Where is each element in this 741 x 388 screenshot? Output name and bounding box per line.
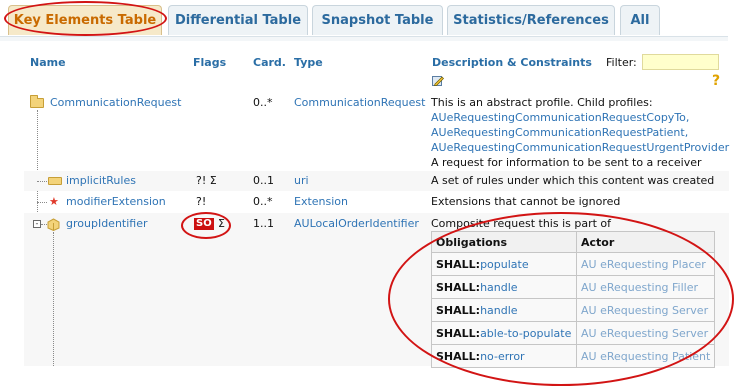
flags: ?! Σ — [196, 174, 217, 187]
help-icon[interactable]: ? — [712, 73, 720, 89]
cardinality: 0..* — [253, 195, 273, 208]
obligation-row: SHALL:handle AU eRequesting Filler — [431, 275, 716, 299]
type-link[interactable]: CommunicationRequest — [294, 96, 425, 109]
obligation-level: SHALL: — [436, 280, 481, 294]
actor-link[interactable]: AU eRequesting Filler — [581, 281, 698, 294]
cardinality: 0..1 — [253, 174, 274, 187]
column-header-name: Name — [30, 56, 66, 69]
obligation-row: SHALL:able-to-populate AU eRequesting Se… — [431, 321, 716, 345]
actor-link[interactable]: AU eRequesting Server — [581, 304, 708, 317]
type-link[interactable]: AULocalOrderIdentifier — [294, 217, 419, 230]
tab-bar: Key Elements Table Differential Table Sn… — [0, 0, 741, 41]
folder-icon — [30, 95, 44, 108]
edit-icon[interactable] — [432, 75, 444, 87]
actor-link[interactable]: AU eRequesting Placer — [581, 258, 706, 271]
tab-strip — [0, 36, 728, 41]
element-name-modifierextension[interactable]: modifierExtension — [66, 195, 166, 208]
primitive-type-icon — [48, 177, 62, 185]
obligations-header: Obligations — [431, 231, 577, 253]
filter-input[interactable] — [642, 54, 719, 70]
flags: ?! — [196, 195, 207, 208]
obligation-link[interactable]: populate — [480, 258, 529, 271]
flags: Σ — [218, 217, 225, 230]
obligation-level: SHALL: — [436, 326, 481, 340]
datatype-icon — [47, 218, 60, 231]
tree-line — [53, 232, 54, 366]
type-link[interactable]: Extension — [294, 195, 348, 208]
obligation-row: SHALL:no-error AU eRequesting Patient — [431, 344, 716, 368]
description-line: A request for information to be sent to … — [431, 156, 702, 169]
column-header-flags: Flags — [193, 56, 227, 69]
child-profile-link[interactable]: AUeRequestingCommunicationRequestPatient… — [431, 126, 688, 139]
extension-star-icon: ★ — [49, 195, 59, 208]
obligation-link[interactable]: no-error — [480, 350, 525, 363]
flag-so-badge: SO — [194, 218, 214, 230]
element-name-implicitrules[interactable]: implicitRules — [66, 174, 136, 187]
tab-statistics-references[interactable]: Statistics/References — [447, 5, 615, 35]
obligation-level: SHALL: — [436, 303, 481, 317]
tree-line — [37, 181, 47, 182]
tab-snapshot-table[interactable]: Snapshot Table — [312, 5, 443, 35]
actor-link[interactable]: AU eRequesting Patient — [581, 350, 710, 363]
description: Extensions that cannot be ignored — [431, 195, 621, 208]
obligation-link[interactable]: handle — [480, 281, 518, 294]
obligation-link[interactable]: able-to-populate — [480, 327, 571, 340]
child-profile-link[interactable]: AUeRequestingCommunicationRequestCopyTo, — [431, 111, 689, 124]
tab-key-elements-table[interactable]: Key Elements Table — [8, 5, 162, 35]
obligations-table: Obligations Actor SHALL:populate AU eReq… — [431, 231, 716, 368]
obligation-level: SHALL: — [436, 257, 481, 271]
description-line: This is an abstract profile. Child profi… — [431, 96, 653, 109]
actor-link[interactable]: AU eRequesting Server — [581, 327, 708, 340]
type-link[interactable]: uri — [294, 174, 309, 187]
actor-header: Actor — [575, 231, 716, 253]
filter-label: Filter: — [606, 56, 637, 69]
obligation-row: SHALL:populate AU eRequesting Placer — [431, 252, 716, 276]
description: A set of rules under which this content … — [431, 174, 715, 187]
obligation-row: SHALL:handle AU eRequesting Server — [431, 298, 716, 322]
cardinality: 0..* — [253, 96, 273, 109]
element-name-groupidentifier[interactable]: groupIdentifier — [66, 217, 148, 230]
description: Composite request this is part of — [431, 217, 612, 230]
tab-all[interactable]: All — [620, 5, 660, 35]
obligation-level: SHALL: — [436, 349, 481, 363]
element-name-communicationrequest[interactable]: CommunicationRequest — [50, 96, 181, 109]
cardinality: 1..1 — [253, 217, 274, 230]
column-header-card: Card. — [253, 56, 286, 69]
column-header-description: Description & Constraints — [432, 56, 592, 69]
collapse-toggle-icon[interactable]: - — [33, 220, 41, 228]
tree-line — [37, 202, 47, 203]
column-header-type: Type — [294, 56, 323, 69]
obligation-link[interactable]: handle — [480, 304, 518, 317]
child-profile-link[interactable]: AUeRequestingCommunicationRequestUrgentP… — [431, 141, 729, 154]
tab-differential-table[interactable]: Differential Table — [168, 5, 308, 35]
